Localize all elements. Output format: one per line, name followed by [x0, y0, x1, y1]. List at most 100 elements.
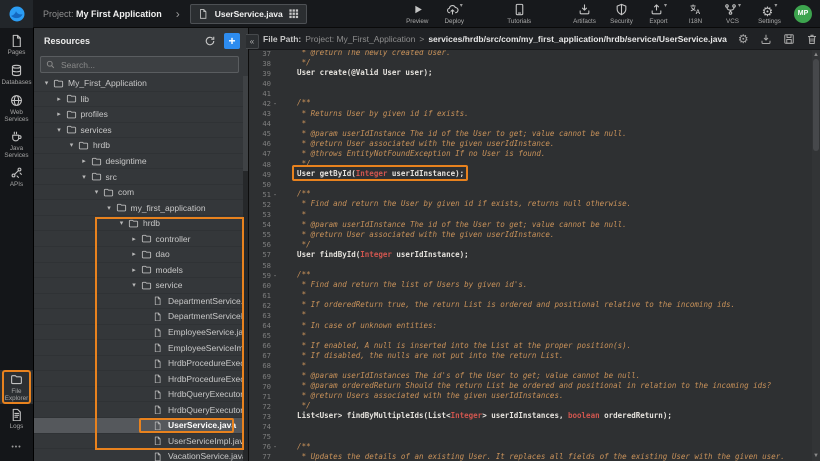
code-line-43[interactable]: 43 * Returns User by given id if exists.	[249, 109, 812, 119]
code-line-65[interactable]: 65 *	[249, 331, 812, 341]
code-line-38[interactable]: 38 */	[249, 58, 812, 68]
editor-scrollbar[interactable]: ▲ ▼	[812, 50, 820, 461]
code-line-37[interactable]: 37 * @return The newly created User.	[249, 50, 812, 58]
chevron-expanded-icon[interactable]: ▾	[103, 204, 116, 212]
code-line-62[interactable]: 62 * If orderedReturn true, the return L…	[249, 300, 812, 310]
code-line-77[interactable]: 77 * Updates the details of an existing …	[249, 452, 812, 461]
fold-marker-icon[interactable]: -	[271, 442, 279, 451]
code-line-76[interactable]: 76- /**	[249, 442, 812, 452]
code-line-73[interactable]: 73 List<User> findByMultipleIds(List<Int…	[249, 411, 812, 421]
code-line-75[interactable]: 75	[249, 432, 812, 442]
tree-item-models[interactable]: ▸models	[34, 263, 248, 279]
code-line-44[interactable]: 44 *	[249, 119, 812, 129]
tree-item-hrdb[interactable]: ▾hrdb	[34, 138, 248, 154]
scroll-up-icon[interactable]: ▲	[812, 51, 820, 59]
tree-item-my-first-application[interactable]: ▾My_First_Application	[34, 76, 248, 92]
toolbar-artifacts-button[interactable]: Artifacts	[566, 3, 603, 25]
toolbar-i18n-button[interactable]: AI18N	[677, 3, 714, 25]
code-line-40[interactable]: 40	[249, 78, 812, 88]
toolbar-preview-button[interactable]: Preview	[399, 3, 436, 25]
search-input[interactable]	[59, 59, 233, 71]
code-line-51[interactable]: 51- /**	[249, 189, 812, 199]
chevron-collapsed-icon[interactable]: ▸	[78, 157, 91, 165]
rail-item-logs[interactable]: Logs	[0, 404, 33, 434]
chevron-collapsed-icon[interactable]: ▸	[128, 250, 141, 258]
tree-item-profiles[interactable]: ▸profiles	[34, 107, 248, 123]
rail-item-web-services[interactable]: Web Services	[0, 90, 33, 126]
code-line-41[interactable]: 41	[249, 88, 812, 98]
tree-item-my-first-application[interactable]: ▾my_first_application	[34, 200, 248, 216]
code-line-71[interactable]: 71 * @return Users associated with the g…	[249, 391, 812, 401]
chevron-expanded-icon[interactable]: ▾	[78, 173, 91, 181]
code-line-67[interactable]: 67 * If disabled, the nulls are not put …	[249, 351, 812, 361]
editor-settings-icon[interactable]: ⚙	[738, 33, 749, 45]
fold-marker-icon[interactable]: -	[271, 271, 279, 280]
tree-item-hrdbprocedureexecutorserviceimpl-java[interactable]: HrdbProcedureExecutorServiceImpl.java	[34, 371, 248, 387]
rail-more-button[interactable]: •••	[0, 434, 33, 461]
chevron-collapsed-icon[interactable]: ▸	[53, 95, 66, 103]
code-line-59[interactable]: 59- /**	[249, 270, 812, 280]
code-line-66[interactable]: 66 * If enabled, A null is inserted into…	[249, 341, 812, 351]
tree-item-designtime[interactable]: ▸designtime	[34, 154, 248, 170]
chevron-expanded-icon[interactable]: ▾	[65, 141, 78, 149]
grid-icon[interactable]	[288, 8, 299, 19]
download-file-icon[interactable]	[760, 33, 772, 45]
tree-item-userservice-java[interactable]: UserService.java	[34, 418, 248, 434]
fold-marker-icon[interactable]: -	[271, 190, 279, 199]
tree-item-hrdbqueryexecutorservice-java[interactable]: HrdbQueryExecutorService.java	[34, 387, 248, 403]
tree-item-src[interactable]: ▾src	[34, 169, 248, 185]
scrollbar-thumb[interactable]	[813, 59, 819, 151]
rail-item-databases[interactable]: Databases	[0, 60, 33, 90]
rail-item-pages[interactable]: Pages	[0, 30, 33, 60]
code-line-61[interactable]: 61 *	[249, 290, 812, 300]
code-line-56[interactable]: 56 */	[249, 240, 812, 250]
chevron-collapsed-icon[interactable]: ▸	[53, 110, 66, 118]
fold-marker-icon[interactable]: -	[271, 99, 279, 108]
chevron-expanded-icon[interactable]: ▾	[128, 281, 141, 289]
code-line-68[interactable]: 68 *	[249, 361, 812, 371]
refresh-icon[interactable]	[204, 35, 216, 47]
tab-userservice-java[interactable]: UserService.java	[190, 4, 307, 24]
rail-item-apis[interactable]: APIs	[0, 162, 33, 192]
tree-item-hrdbprocedureexecutorservice-java[interactable]: HrdbProcedureExecutorService.java	[34, 356, 248, 372]
code-line-48[interactable]: 48 */	[249, 159, 812, 169]
rail-item-java-services[interactable]: Java Services	[0, 126, 33, 162]
tree-item-controller[interactable]: ▸controller	[34, 231, 248, 247]
chevron-expanded-icon[interactable]: ▾	[40, 79, 53, 87]
code-line-50[interactable]: 50	[249, 179, 812, 189]
tree-item-dao[interactable]: ▸dao	[34, 247, 248, 263]
app-logo[interactable]	[0, 0, 33, 28]
tree-item-services[interactable]: ▾services	[34, 123, 248, 139]
collapse-panel-button[interactable]: «	[246, 34, 259, 49]
code-line-39[interactable]: 39 User create(@Valid User user);	[249, 68, 812, 78]
toolbar-export-button[interactable]: ▾Export	[640, 3, 677, 25]
code-line-70[interactable]: 70 * @param orderedReturn Should the ret…	[249, 381, 812, 391]
code-line-42[interactable]: 42- /**	[249, 98, 812, 108]
chevron-collapsed-icon[interactable]: ▸	[128, 235, 141, 243]
chevron-expanded-icon[interactable]: ▾	[115, 219, 128, 227]
save-file-icon[interactable]	[783, 33, 795, 45]
tree-item-userserviceimpl-java[interactable]: UserServiceImpl.java	[34, 434, 248, 450]
code-line-46[interactable]: 46 * @return User associated with the gi…	[249, 139, 812, 149]
code-line-64[interactable]: 64 * In case of unknown entities:	[249, 321, 812, 331]
chevron-expanded-icon[interactable]: ▾	[53, 126, 66, 134]
code-editor[interactable]: 37 * @return The newly created User.38 *…	[249, 50, 820, 461]
code-line-55[interactable]: 55 * @return User associated with the gi…	[249, 230, 812, 240]
tree-item-departmentservice-java[interactable]: DepartmentService.java	[34, 294, 248, 310]
rail-item-file-explorer[interactable]: File Explorer	[0, 370, 33, 404]
code-line-53[interactable]: 53 *	[249, 210, 812, 220]
tree-item-employeeserviceimpl-java[interactable]: EmployeeServiceImpl.java	[34, 340, 248, 356]
code-line-63[interactable]: 63 *	[249, 310, 812, 320]
tree-item-hrdbqueryexecutorserviceimpl-java[interactable]: HrdbQueryExecutorServiceImpl.java	[34, 402, 248, 418]
chevron-expanded-icon[interactable]: ▾	[90, 188, 103, 196]
tree-item-hrdb[interactable]: ▾hrdb	[34, 216, 248, 232]
code-line-52[interactable]: 52 * Find and return the User by given i…	[249, 199, 812, 209]
scroll-down-icon[interactable]: ▼	[812, 452, 820, 460]
code-line-49[interactable]: 49 User getById(Integer userIdInstance);	[249, 169, 812, 179]
tree-item-service[interactable]: ▾service	[34, 278, 248, 294]
toolbar-settings-button[interactable]: ⚙▾Settings	[751, 3, 788, 25]
toolbar-security-button[interactable]: Security	[603, 3, 640, 25]
add-resource-button[interactable]: +	[224, 33, 240, 49]
code-line-45[interactable]: 45 * @param userIdInstance The id of the…	[249, 129, 812, 139]
user-avatar[interactable]: MP	[794, 5, 812, 23]
